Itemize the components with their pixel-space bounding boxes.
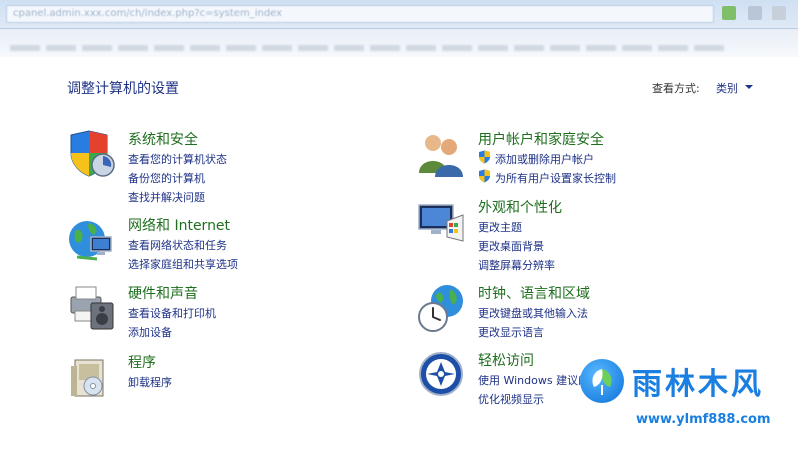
ease-of-access-icon[interactable] xyxy=(417,350,467,400)
view-by-label: 查看方式: xyxy=(652,82,700,95)
printer-icon[interactable] xyxy=(67,283,117,333)
category-title-appearance[interactable]: 外观和个性化 xyxy=(478,197,562,217)
link-uninstall-program[interactable]: 卸载程序 xyxy=(128,374,172,390)
link-screen-resolution[interactable]: 调整屏幕分辨率 xyxy=(478,257,555,273)
leaf-icon xyxy=(592,369,612,395)
link-view-computer-status[interactable]: 查看您的计算机状态 xyxy=(128,151,227,167)
category-title-hardware-sound[interactable]: 硬件和声音 xyxy=(128,283,198,303)
view-by-dropdown[interactable]: 类别 xyxy=(716,80,738,96)
category-programs: 程序 卸载程序 xyxy=(67,352,347,402)
network-globe-icon[interactable] xyxy=(67,215,117,265)
link-display-language[interactable]: 更改显示语言 xyxy=(478,324,544,340)
watermark-logo-icon xyxy=(580,359,624,403)
favorite-icon[interactable] xyxy=(722,6,736,20)
category-hardware-sound: 硬件和声音 查看设备和打印机 添加设备 xyxy=(67,283,347,343)
uac-shield-icon xyxy=(479,169,490,183)
address-bar[interactable]: cpanel.admin.xxx.com/ch/index.php?c=syst… xyxy=(6,5,714,23)
link-add-device[interactable]: 添加设备 xyxy=(128,324,172,340)
category-title-programs[interactable]: 程序 xyxy=(128,352,156,372)
chevron-down-icon[interactable] xyxy=(745,85,753,89)
link-parental-controls[interactable]: 为所有用户设置家长控制 xyxy=(495,170,616,186)
uac-shield-icon xyxy=(479,150,490,164)
category-system-security: 系统和安全 查看您的计算机状态 备份您的计算机 查找并解决问题 xyxy=(67,129,347,204)
tools-icon[interactable] xyxy=(748,6,762,20)
page-title: 调整计算机的设置 xyxy=(67,81,179,97)
link-change-theme[interactable]: 更改主题 xyxy=(478,219,522,235)
programs-box-icon[interactable] xyxy=(67,352,117,402)
link-devices-printers[interactable]: 查看设备和打印机 xyxy=(128,305,216,321)
category-appearance: 外观和个性化 更改主题 更改桌面背景 调整屏幕分辨率 xyxy=(417,197,717,272)
link-add-remove-accounts[interactable]: 添加或删除用户帐户 xyxy=(495,151,594,167)
blurred-toolbar-text xyxy=(10,45,730,51)
shield-icon[interactable] xyxy=(67,129,117,179)
category-title-system-security[interactable]: 系统和安全 xyxy=(128,129,198,149)
category-network-internet: 网络和 Internet 查看网络状态和任务 选择家庭组和共享选项 xyxy=(67,215,347,275)
link-troubleshoot[interactable]: 查找并解决问题 xyxy=(128,189,205,205)
category-clock-language: 时钟、语言和区域 更改键盘或其他输入法 更改显示语言 xyxy=(417,283,717,343)
link-view-network-status[interactable]: 查看网络状态和任务 xyxy=(128,237,227,253)
link-backup-computer[interactable]: 备份您的计算机 xyxy=(128,170,205,186)
category-title-ease-of-access[interactable]: 轻松访问 xyxy=(478,350,534,370)
users-icon[interactable] xyxy=(417,129,467,179)
watermark: 雨林木风 www.ylmf888.com xyxy=(580,357,790,437)
watermark-url: www.ylmf888.com xyxy=(636,412,771,427)
category-title-network-internet[interactable]: 网络和 Internet xyxy=(128,215,230,235)
link-change-background[interactable]: 更改桌面背景 xyxy=(478,238,544,254)
appearance-monitor-icon[interactable] xyxy=(417,197,467,247)
blurred-command-bar xyxy=(0,29,798,57)
category-title-user-accounts[interactable]: 用户帐户和家庭安全 xyxy=(478,129,604,149)
link-optimize-display[interactable]: 优化视频显示 xyxy=(478,391,544,407)
link-change-keyboard[interactable]: 更改键盘或其他输入法 xyxy=(478,305,588,321)
menu-icon[interactable] xyxy=(772,6,786,20)
category-user-accounts: 用户帐户和家庭安全 添加或删除用户帐户 为所有用户设置家长控制 xyxy=(417,129,717,189)
link-homegroup-sharing[interactable]: 选择家庭组和共享选项 xyxy=(128,256,238,272)
browser-toolbar: cpanel.admin.xxx.com/ch/index.php?c=syst… xyxy=(0,0,798,29)
category-title-clock-language[interactable]: 时钟、语言和区域 xyxy=(478,283,590,303)
clock-globe-icon[interactable] xyxy=(417,283,467,333)
watermark-title: 雨林木风 xyxy=(632,367,764,402)
